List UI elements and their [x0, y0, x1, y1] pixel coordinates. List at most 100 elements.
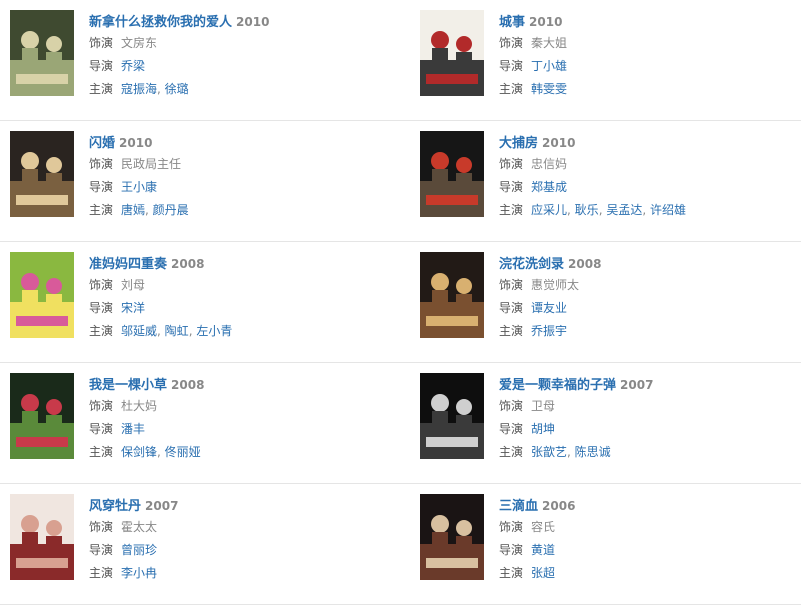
film-poster[interactable]: [420, 373, 484, 459]
film-year: 2010: [119, 136, 153, 150]
cast-member-link[interactable]: 乔振宇: [531, 324, 567, 338]
film-title-link[interactable]: 风穿牡丹: [89, 499, 141, 514]
film-entry: 我是一棵小草 2008 饰演 杜大妈 导演 潘丰 主演 保剑锋, 佟丽娅: [0, 363, 400, 483]
director-link[interactable]: 王小康: [121, 180, 157, 194]
film-year: 2008: [171, 378, 205, 392]
film-year: 2006: [542, 499, 576, 513]
role-value: 秦大姐: [531, 36, 568, 50]
film-year: 2007: [620, 378, 654, 392]
role-line: 饰演 霍太太: [89, 516, 389, 539]
film-poster[interactable]: [420, 494, 484, 580]
cast-member-link[interactable]: 陶虹: [165, 324, 189, 338]
film-info: 三滴血 2006 饰演 容氏 导演 黄道 主演 张超: [499, 494, 799, 585]
title-line: 三滴血 2006: [499, 494, 799, 516]
cast-line: 主演 乔振宇: [499, 320, 799, 343]
cast-member-link[interactable]: 唐嫣: [121, 203, 145, 217]
role-value: 刘母: [121, 278, 146, 292]
film-poster[interactable]: [420, 131, 484, 217]
cast-member-link[interactable]: 陈思诚: [575, 445, 611, 459]
film-year: 2007: [145, 499, 179, 513]
cast-line: 主演 张歆艺, 陈思诚: [499, 441, 799, 464]
cast-member-link[interactable]: 吴孟达: [606, 203, 642, 217]
cast-member-link[interactable]: 耿乐: [575, 203, 599, 217]
film-info: 闪婚 2010 饰演 民政局主任 导演 王小康 主演 唐嫣, 颜丹晨: [89, 131, 389, 222]
title-line: 风穿牡丹 2007: [89, 494, 389, 516]
film-entry: 大捕房 2010 饰演 忠信妈 导演 郑基成 主演 应采儿, 耿乐, 吴孟达, 许绍雄: [410, 121, 801, 241]
cast-member-link[interactable]: 应采儿: [531, 203, 567, 217]
cast-member-link[interactable]: 徐璐: [165, 82, 189, 96]
title-line: 准妈妈四重奏 2008: [89, 252, 389, 274]
director-line: 导演 乔梁: [89, 55, 389, 78]
title-line: 大捕房 2010: [499, 131, 799, 153]
director-link[interactable]: 胡坤: [531, 422, 555, 436]
cast-member-link[interactable]: 颜丹晨: [153, 203, 189, 217]
director-link[interactable]: 曾丽珍: [121, 543, 157, 557]
film-title-link[interactable]: 我是一棵小草: [89, 378, 167, 393]
cast-member-link[interactable]: 李小冉: [121, 566, 157, 580]
result-row: 新拿什么拯救你我的爱人 2010 饰演 文房东 导演 乔梁 主演 寇振海, 徐璐 城事 2010 饰…: [0, 0, 801, 121]
cast-separator: ,: [157, 82, 165, 96]
cast-member-link[interactable]: 张超: [531, 566, 555, 580]
cast-label: 主演: [499, 324, 524, 338]
cast-line: 主演 保剑锋, 佟丽娅: [89, 441, 389, 464]
film-year: 2010: [236, 15, 270, 29]
cast-member-link[interactable]: 佟丽娅: [165, 445, 201, 459]
director-link[interactable]: 乔梁: [121, 59, 145, 73]
film-info: 爱是一颗幸福的子弹 2007 饰演 卫母 导演 胡坤 主演 张歆艺, 陈思诚: [499, 373, 799, 464]
director-link[interactable]: 郑基成: [531, 180, 567, 194]
film-info: 浣花洗剑录 2008 饰演 惠觉师太 导演 谭友业 主演 乔振宇: [499, 252, 799, 343]
director-link[interactable]: 谭友业: [531, 301, 567, 315]
film-info: 我是一棵小草 2008 饰演 杜大妈 导演 潘丰 主演 保剑锋, 佟丽娅: [89, 373, 389, 464]
film-poster[interactable]: [420, 252, 484, 338]
result-row: 我是一棵小草 2008 饰演 杜大妈 导演 潘丰 主演 保剑锋, 佟丽娅 爱是一颗幸福的子弹 20…: [0, 363, 801, 484]
film-title-link[interactable]: 新拿什么拯救你我的爱人: [89, 15, 232, 30]
cast-label: 主演: [89, 324, 114, 338]
director-label: 导演: [499, 543, 524, 557]
film-poster[interactable]: [10, 252, 74, 338]
role-label: 饰演: [499, 399, 524, 413]
cast-member-link[interactable]: 韩雯雯: [531, 82, 567, 96]
cast-member-link[interactable]: 寇振海: [121, 82, 157, 96]
film-poster[interactable]: [10, 494, 74, 580]
cast-line: 主演 唐嫣, 颜丹晨: [89, 199, 389, 222]
film-title-link[interactable]: 浣花洗剑录: [499, 257, 564, 272]
director-link[interactable]: 黄道: [531, 543, 555, 557]
cast-label: 主演: [499, 445, 524, 459]
director-label: 导演: [89, 422, 114, 436]
director-link[interactable]: 潘丰: [121, 422, 145, 436]
film-poster[interactable]: [10, 131, 74, 217]
cast-separator: ,: [567, 445, 575, 459]
film-poster[interactable]: [420, 10, 484, 96]
director-label: 导演: [499, 301, 524, 315]
cast-member-link[interactable]: 左小青: [196, 324, 232, 338]
cast-member-link[interactable]: 邬延威: [121, 324, 157, 338]
cast-line: 主演 寇振海, 徐璐: [89, 78, 389, 101]
film-title-link[interactable]: 大捕房: [499, 136, 538, 151]
film-poster[interactable]: [10, 373, 74, 459]
cast-member-link[interactable]: 张歆艺: [531, 445, 567, 459]
cast-label: 主演: [89, 566, 114, 580]
director-line: 导演 黄道: [499, 539, 799, 562]
film-poster[interactable]: [10, 10, 74, 96]
title-line: 新拿什么拯救你我的爱人 2010: [89, 10, 389, 32]
result-row: 风穿牡丹 2007 饰演 霍太太 导演 曾丽珍 主演 李小冉 三滴血 2006 饰演 容氏 导演 黄道 主演…: [0, 484, 801, 605]
role-label: 饰演: [89, 157, 114, 171]
cast-label: 主演: [89, 445, 114, 459]
film-title-link[interactable]: 爱是一颗幸福的子弹: [499, 378, 616, 393]
film-title-link[interactable]: 闪婚: [89, 136, 115, 151]
director-link[interactable]: 丁小雄: [531, 59, 567, 73]
director-line: 导演 王小康: [89, 176, 389, 199]
director-line: 导演 宋洋: [89, 297, 389, 320]
director-label: 导演: [89, 543, 114, 557]
director-line: 导演 郑基成: [499, 176, 799, 199]
film-title-link[interactable]: 城事: [499, 15, 525, 30]
director-link[interactable]: 宋洋: [121, 301, 145, 315]
cast-member-link[interactable]: 保剑锋: [121, 445, 157, 459]
role-line: 饰演 民政局主任: [89, 153, 389, 176]
cast-member-link[interactable]: 许绍雄: [650, 203, 686, 217]
title-line: 闪婚 2010: [89, 131, 389, 153]
result-row: 闪婚 2010 饰演 民政局主任 导演 王小康 主演 唐嫣, 颜丹晨 大捕房 2010 饰演 忠信妈导…: [0, 121, 801, 242]
role-line: 饰演 忠信妈: [499, 153, 799, 176]
film-title-link[interactable]: 三滴血: [499, 499, 538, 514]
film-title-link[interactable]: 准妈妈四重奏: [89, 257, 167, 272]
